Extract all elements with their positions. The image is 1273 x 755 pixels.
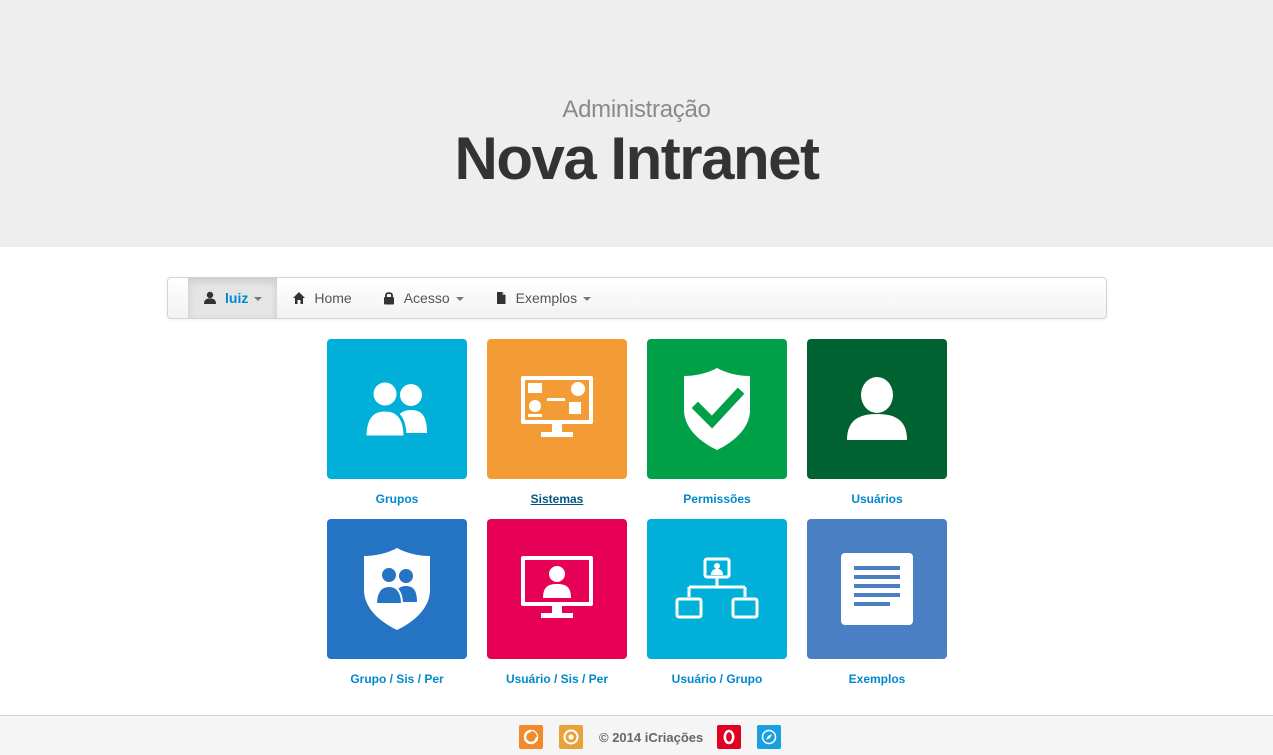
tile-sistemas-label[interactable]: Sistemas bbox=[487, 492, 627, 506]
nav-exemplos[interactable]: Exemplos bbox=[479, 278, 606, 318]
opera-icon[interactable] bbox=[717, 725, 742, 749]
tile-usuario-grupo-label[interactable]: Usuário / Grupo bbox=[647, 672, 787, 686]
nav-exemplos-label: Exemplos bbox=[515, 290, 578, 306]
nav-home[interactable]: Home bbox=[277, 278, 366, 318]
users-icon bbox=[363, 379, 427, 439]
page-title: Nova Intranet bbox=[454, 125, 820, 192]
nav-user-menu[interactable]: luiz bbox=[188, 278, 278, 318]
safari-icon[interactable] bbox=[757, 725, 782, 749]
user-icon bbox=[204, 291, 216, 304]
tile-exemplos-label[interactable]: Exemplos bbox=[807, 672, 947, 686]
org-chart-icon bbox=[675, 557, 759, 619]
tile-usuarios-box[interactable] bbox=[807, 339, 947, 479]
tile-grupos-box[interactable] bbox=[327, 339, 467, 479]
navbar: luiz Home Acesso Exemplos bbox=[167, 277, 1107, 319]
lock-icon bbox=[383, 292, 394, 305]
chrome-icon[interactable] bbox=[559, 725, 583, 749]
tile-grupo-sis-per-box[interactable] bbox=[327, 519, 467, 659]
footer: © 2014 iCriações bbox=[0, 715, 1273, 755]
tile-usuario-sis-per-label[interactable]: Usuário / Sis / Per bbox=[487, 672, 627, 686]
chevron-down-icon bbox=[583, 297, 592, 301]
tile-sistemas[interactable]: Sistemas bbox=[487, 339, 627, 506]
dashboard-monitor-icon bbox=[521, 376, 593, 437]
tile-grupo-sis-per-label[interactable]: Grupo / Sis / Per bbox=[327, 672, 467, 686]
shield-users-icon bbox=[364, 548, 430, 630]
tile-grupo-sis-per[interactable]: Grupo / Sis / Per bbox=[327, 519, 467, 686]
tile-exemplos[interactable]: Exemplos bbox=[807, 519, 947, 686]
document-icon bbox=[496, 292, 506, 304]
tile-usuario-sis-per-box[interactable] bbox=[487, 519, 627, 659]
nav-acesso[interactable]: Acesso bbox=[367, 278, 479, 318]
tile-permissoes-label[interactable]: Permissões bbox=[647, 492, 787, 506]
nav-user-label: luiz bbox=[225, 290, 249, 306]
tile-grupos[interactable]: Grupos bbox=[327, 339, 467, 506]
tile-permissoes-box[interactable] bbox=[647, 339, 787, 479]
copyright-text: © 2014 iCriações bbox=[599, 729, 704, 745]
home-icon bbox=[293, 292, 306, 304]
tile-usuarios-label[interactable]: Usuários bbox=[807, 492, 947, 506]
document-lines-icon bbox=[841, 553, 913, 625]
nav-home-label: Home bbox=[314, 290, 352, 306]
tile-permissoes[interactable]: Permissões bbox=[647, 339, 787, 506]
firefox-icon[interactable] bbox=[519, 725, 543, 749]
shield-check-icon bbox=[684, 368, 750, 450]
tile-usuario-sis-per[interactable]: Usuário / Sis / Per bbox=[487, 519, 627, 686]
user-icon bbox=[847, 377, 907, 440]
page-subtitle: Administração bbox=[562, 96, 711, 123]
tile-grupos-label[interactable]: Grupos bbox=[327, 492, 467, 506]
tile-usuarios[interactable]: Usuários bbox=[807, 339, 947, 506]
tile-usuario-grupo[interactable]: Usuário / Grupo bbox=[647, 519, 787, 686]
monitor-user-icon bbox=[521, 556, 593, 618]
chevron-down-icon bbox=[254, 297, 263, 301]
nav-acesso-label: Acesso bbox=[403, 290, 450, 306]
tile-exemplos-box[interactable] bbox=[807, 519, 947, 659]
page-header: Administração Nova Intranet bbox=[0, 0, 1273, 247]
tile-sistemas-box[interactable] bbox=[487, 339, 627, 479]
tile-usuario-grupo-box[interactable] bbox=[647, 519, 787, 659]
chevron-down-icon bbox=[455, 297, 464, 301]
